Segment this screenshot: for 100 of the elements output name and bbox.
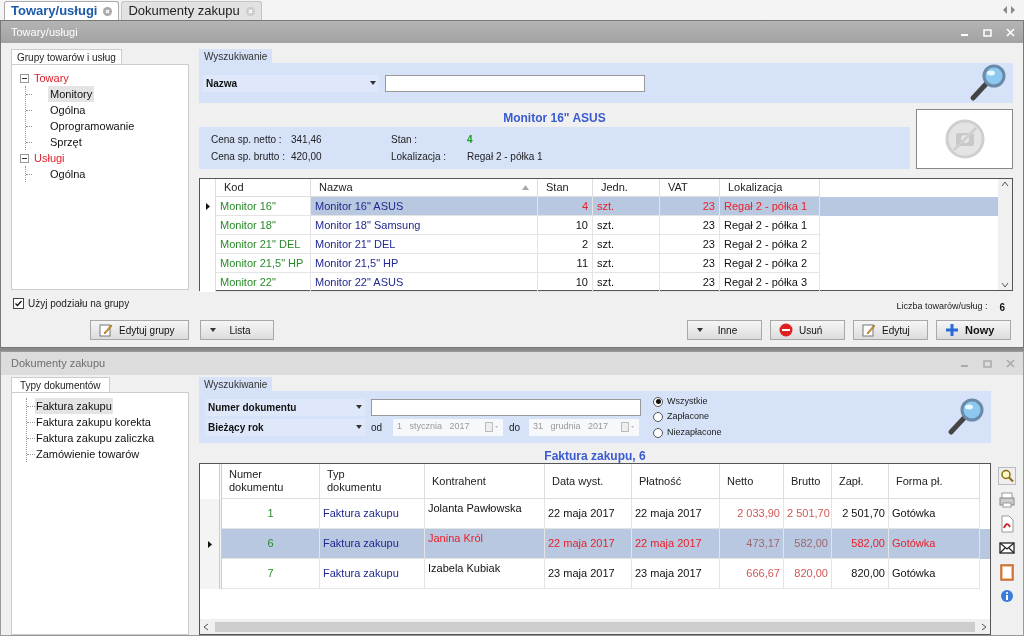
printer-icon[interactable]: [998, 491, 1016, 509]
info-label: Cena sp. brutto :: [211, 150, 286, 164]
column-header[interactable]: Kod: [216, 179, 311, 197]
info-value: 341,46: [291, 133, 322, 147]
table-cell: Regał 2 - półka 2: [720, 253, 820, 273]
close-icon: [103, 6, 113, 16]
radio-button[interactable]: [653, 427, 663, 438]
document-type-item[interactable]: Faktura zakupu korekta: [35, 413, 152, 431]
table-cell: Regał 2 - półka 1: [720, 196, 820, 216]
table-row[interactable]: Monitor 22" Monitor 22" ASUS 10 szt. 23 Regał 2 - półka 3: [200, 272, 998, 292]
panel-tab[interactable]: Wyszukiwanie: [199, 49, 273, 63]
count-label: Liczba towarów/usług :: [896, 300, 988, 314]
new-button[interactable]: Nowy: [936, 320, 1011, 340]
close-icon[interactable]: [1006, 359, 1015, 368]
panel-tab[interactable]: Typy dokumentów: [11, 377, 110, 392]
table-cell: 4: [538, 196, 593, 216]
table-row[interactable]: 7 Faktura zakupu Izabela Kubiak 23 maja 2017 23 maja 2017 666,67 820,00 820,00 Gotówka: [200, 559, 990, 589]
table-row[interactable]: 6 Faktura zakupu Janina Król 22 maja 2017 22 maja 2017 473,17 582,00 582,00 Gotówka: [200, 529, 990, 559]
column-header[interactable]: Jedn.: [593, 179, 660, 197]
scrollbar[interactable]: [998, 179, 1012, 290]
edit-icon: [99, 323, 113, 337]
search-field[interactable]: [385, 74, 645, 92]
table-row[interactable]: Monitor 21" DEL Monitor 21" DEL 2 szt. 23 Regał 2 - półka 2: [200, 234, 998, 254]
radio-button[interactable]: [653, 412, 663, 422]
table-row[interactable]: Monitor 18" Monitor 18" Samsung 10 szt. 23 Regał 2 - półka 1: [200, 215, 998, 235]
caret-icon: [356, 405, 362, 409]
table-cell: Regał 2 - półka 2: [720, 234, 820, 254]
document-tab[interactable]: Towary/usługi: [4, 1, 120, 20]
table-cell: szt.: [593, 215, 660, 235]
column-header[interactable]: Typ dokumentu: [320, 464, 425, 499]
table-row[interactable]: Monitor 21,5" HP Monitor 21,5" HP 11 szt. 23 Regał 2 - półka 2: [200, 253, 998, 273]
search-by-dropdown[interactable]: Numer dokumentu: [205, 398, 365, 416]
table-cell: Monitor 21" DEL: [311, 234, 538, 254]
caret-icon: [696, 327, 704, 333]
clipboard-icon[interactable]: [998, 563, 1016, 581]
column-header[interactable]: Brutto: [784, 464, 832, 499]
column-header[interactable]: Data wyst.: [545, 464, 632, 499]
pdf-icon[interactable]: [998, 515, 1016, 533]
radio-label[interactable]: Zapłacone: [667, 410, 710, 424]
tree-item[interactable]: Oprogramowanie: [48, 117, 137, 135]
info-icon[interactable]: [998, 587, 1016, 605]
checkbox-label[interactable]: Użyj podziału na grupy: [28, 295, 130, 311]
radio-label[interactable]: Wszystkie: [667, 394, 708, 409]
table-cell: 11: [538, 253, 593, 273]
no-photo-icon: [944, 119, 985, 159]
maximize-icon[interactable]: [983, 359, 992, 368]
caret-icon: [370, 81, 376, 85]
search-icon[interactable]: [998, 467, 1016, 485]
radio-label[interactable]: Niezapłacone: [667, 425, 722, 440]
column-header[interactable]: Netto: [720, 464, 784, 499]
collapse-icon[interactable]: [20, 153, 29, 163]
close-icon: [245, 6, 255, 16]
table-row[interactable]: Monitor 16" Monitor 16" ASUS 4 szt. 23 Regał 2 - półka 1: [200, 196, 998, 216]
document-type-item[interactable]: Faktura zakupu zaliczka: [35, 429, 155, 447]
table-cell: Monitor 21" DEL: [216, 234, 311, 254]
scroll-tabs-icon[interactable]: [1002, 6, 1016, 14]
column-header[interactable]: Zapł.: [832, 464, 889, 499]
collapse-icon[interactable]: [20, 73, 29, 83]
table-cell: 23: [660, 196, 720, 216]
horizontal-scrollbar[interactable]: [200, 619, 990, 634]
delete-button[interactable]: Usuń: [770, 320, 845, 340]
checkbox[interactable]: [13, 297, 24, 309]
column-header[interactable]: Stan: [538, 179, 593, 197]
tree-item[interactable]: Sprzęt: [48, 133, 84, 151]
period-dropdown[interactable]: Bieżący rok: [205, 418, 365, 436]
tree-item[interactable]: Usługi: [32, 149, 67, 167]
panel-tab[interactable]: Grupy towarów i usług: [11, 49, 122, 64]
document-type-item[interactable]: Faktura zakupu: [35, 397, 113, 415]
scroll-up-icon: [1001, 181, 1009, 187]
menu-button[interactable]: Inne: [687, 320, 762, 340]
row-pointer-icon: [205, 202, 210, 210]
column-header[interactable]: Kontrahent: [425, 464, 545, 499]
window-title: Dokumenty zakupu: [10, 356, 106, 372]
radio-button[interactable]: [653, 396, 663, 407]
column-header[interactable]: Płatność: [632, 464, 720, 499]
table-cell: Monitor 18": [216, 215, 311, 235]
row-pointer-icon: [207, 540, 212, 548]
table-cell: 582,00: [832, 529, 889, 559]
document-type-item[interactable]: Zamówienie towarów: [35, 445, 141, 463]
table-cell: 6: [222, 529, 320, 559]
tree-item[interactable]: Towary: [32, 69, 71, 87]
document-tab[interactable]: Dokumenty zakupu: [121, 1, 262, 20]
envelope-icon[interactable]: [998, 539, 1016, 557]
search-field[interactable]: [371, 398, 641, 416]
search-by-dropdown[interactable]: Nazwa: [203, 74, 379, 92]
column-header[interactable]: VAT: [660, 179, 720, 197]
column-header[interactable]: Nazwa: [311, 179, 538, 197]
table-cell: 23 maja 2017: [545, 559, 632, 589]
edit-button[interactable]: Edytuj grupy: [90, 320, 189, 340]
column-header[interactable]: Lokalizacja: [720, 179, 820, 197]
column-header[interactable]: Numer dokumentu: [222, 464, 320, 499]
edit-button[interactable]: Edytuj: [853, 320, 928, 340]
menu-button[interactable]: Lista: [200, 320, 274, 340]
table-cell: 10: [538, 215, 593, 235]
tree-item[interactable]: Ogólna: [48, 101, 88, 119]
panel-tab[interactable]: Wyszukiwanie: [199, 377, 273, 391]
tree-item[interactable]: Monitory: [48, 85, 95, 103]
calendar-icon: [485, 422, 499, 432]
column-header[interactable]: Forma pł.: [889, 464, 980, 499]
tree-item[interactable]: Ogólna: [48, 165, 88, 183]
